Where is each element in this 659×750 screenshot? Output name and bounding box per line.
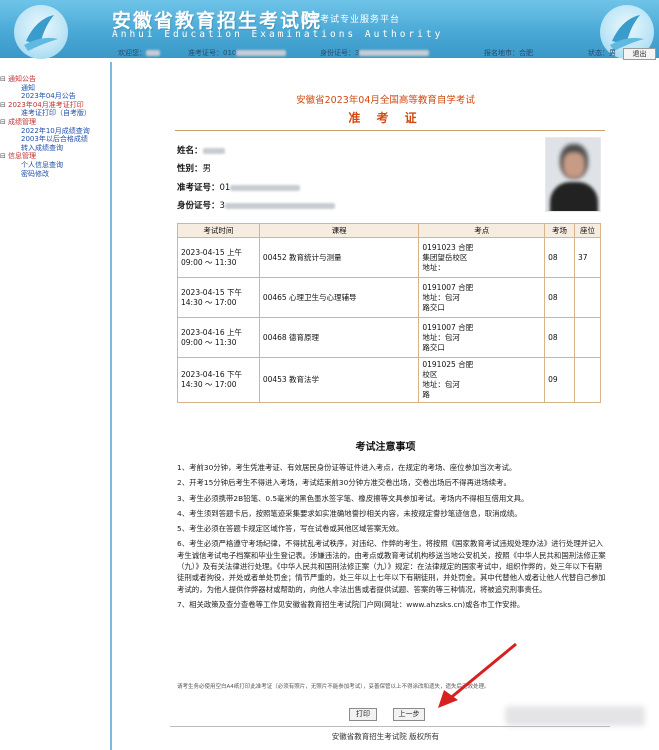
id-number-text: 身份证号：3 xyxy=(320,48,430,58)
name-row: 姓名： xyxy=(177,144,225,156)
sidebar-item-personal-info[interactable]: 个人信息查询 xyxy=(0,161,108,170)
cell-time: 2023-04-15 下午 14:30 ～ 17:00 xyxy=(177,277,260,318)
cell-site: 0191007 合肥 地址：包河 路交口 xyxy=(418,277,546,318)
site-subtitle: 自学考试专业服务平台 xyxy=(300,15,401,25)
table-row: 2023-04-15 下午 14:30 ～ 17:00 00465 心理卫生与心… xyxy=(177,277,601,318)
ticket-number-value: 01 xyxy=(219,183,231,193)
note-item: 2、开考15分钟后考生不得进入考场，考试结束前30分钟方准交卷出场，交卷出场后不… xyxy=(177,478,511,488)
cell-site: 0191023 合肥 集团望岳校区 地址： xyxy=(418,237,546,278)
table-row: 2023-04-16 下午 14:30 ～ 17:00 00453 教育法学 0… xyxy=(177,357,601,403)
col-header-site: 考点 xyxy=(418,223,546,238)
id-number-row: 身份证号：3 xyxy=(177,199,335,211)
note-item: 6、考生必须严格遵守考场纪律，不得扰乱考试秩序，对违纪、作弊的考生，将按照《国家… xyxy=(177,539,606,594)
copyright-text: 安徽省教育招生考试院 版权所有 xyxy=(331,732,440,741)
cell-time: 2023-04-16 下午 14:30 ～ 17:00 xyxy=(177,357,260,403)
table-header-row: 考试时间 课程 考点 考场 座位 xyxy=(177,223,601,238)
ticket-title: 准 考 证 xyxy=(348,111,423,125)
note-item: 3、考生必须携带2B铅笔、0.5毫米的黑色墨水签字笔、橡皮擦等文具参加考试。考场… xyxy=(177,493,529,503)
note-item: 1、考前30分钟，考生凭准考证、有效居民身份证等证件进入考点，在规定的考场、座位… xyxy=(177,463,517,472)
cell-time: 2023-04-15 上午 09:00 ～ 11:30 xyxy=(177,237,260,278)
ticket-number-label: 准考证号： xyxy=(177,183,220,193)
cell-course: 00453 教育法学 xyxy=(258,357,420,403)
cell-room: 08 xyxy=(544,277,576,318)
cell-seat xyxy=(574,357,601,403)
cell-room: 08 xyxy=(544,317,576,358)
red-arrow-annotation-icon xyxy=(438,642,517,708)
cell-site: 0191007 合肥 地址：包河 路交口 xyxy=(418,317,546,358)
table-row: 2023-04-16 上午 09:00 ～ 11:30 00468 德育原理 0… xyxy=(177,317,601,358)
candidate-photo xyxy=(545,137,601,212)
sidebar-item-notice-2023-04[interactable]: 2023年04月公告 xyxy=(0,92,108,101)
name-label: 姓名： xyxy=(177,146,203,156)
title-divider xyxy=(175,130,605,131)
table-row: 2023-04-15 上午 09:00 ～ 11:30 00452 教育统计与测… xyxy=(177,237,601,278)
ticket-number-row: 准考证号：01 xyxy=(177,181,301,193)
col-header-room: 考场 xyxy=(544,223,576,238)
city-text: 报名地市：合肥 xyxy=(484,49,533,57)
exam-heading: 安徽省2023年04月全国高等教育自学考试 xyxy=(296,95,475,106)
gender-row: 性别：男 xyxy=(177,162,211,174)
print-button[interactable]: 打印 xyxy=(349,708,377,721)
col-header-time: 考试时间 xyxy=(177,223,260,238)
cell-room: 09 xyxy=(544,357,576,403)
cell-seat xyxy=(574,317,601,358)
exam-schedule-table: 考试时间 课程 考点 考场 座位 2023-04-15 上午 09:00 ～ 1… xyxy=(177,223,601,403)
cell-room: 08 xyxy=(544,237,576,278)
cell-seat xyxy=(574,277,601,318)
print-footnote: 请考生务必使用空白A4纸打印此准考证（必须有照片，无照片不能参加考试），妥善保管… xyxy=(177,684,490,690)
col-header-seat: 座位 xyxy=(574,223,601,238)
welcome-text: 欢迎您： xyxy=(118,48,160,58)
sidebar-item-notice[interactable]: 通知 xyxy=(0,84,108,93)
watermark xyxy=(505,706,645,726)
footer-divider xyxy=(170,726,610,727)
sidebar-group-scores[interactable]: 成绩管理 xyxy=(0,118,108,127)
cell-seat: 37 xyxy=(574,237,601,278)
id-number-label: 身份证号： xyxy=(177,201,220,211)
cell-course: 00465 心理卫生与心理辅导 xyxy=(258,277,420,318)
ticket-number-text: 准考证号：010 xyxy=(188,48,287,58)
logout-button[interactable]: 退出 xyxy=(623,48,656,60)
gender-value: 男 xyxy=(202,164,212,174)
sidebar-group-ticket-print[interactable]: 2023年04月准考证打印 xyxy=(0,101,108,110)
exam-notes: 1、考前30分钟，考生凭准考证、有效居民身份证等证件进入考点，在规定的考场、座位… xyxy=(177,462,609,614)
status-text: 状态：男 xyxy=(588,49,616,57)
sidebar-item-passed-scores[interactable]: 2003年以后合格成绩 xyxy=(0,135,108,144)
sidebar-group-info[interactable]: 信息管理 xyxy=(0,152,108,161)
sidebar-item-password[interactable]: 密码修改 xyxy=(0,170,108,179)
sidebar: 通知公告 通知 2023年04月公告 2023年04月准考证打印 准考证打印（自… xyxy=(0,75,108,178)
cell-course: 00452 教育统计与测量 xyxy=(258,237,420,278)
col-header-course: 课程 xyxy=(258,223,420,238)
site-english-name: Anhui Education Examinations Authority xyxy=(112,29,444,40)
logo-left xyxy=(14,5,68,59)
note-item: 5、考生必须在答题卡规定区域作答，写在试卷或其他区域答案无效。 xyxy=(177,524,404,534)
cell-course: 00468 德育原理 xyxy=(258,317,420,358)
gender-label: 性别： xyxy=(177,164,203,174)
user-info-bar: 欢迎您： 准考证号：010 身份证号：3 报名地市：合肥 状态：男 xyxy=(110,46,659,60)
back-button[interactable]: 上一步 xyxy=(393,708,425,721)
note-item: 7、相关政策及查分查卷等工作见安徽省教育招生考试院门户网(网址：www.ahzs… xyxy=(177,599,525,609)
logo-emblem-icon xyxy=(24,15,58,51)
note-item: 4、考生须到答题卡后，按照笔迹采集要求如实准确地誊抄相关内容，未按规定誊抄笔迹信… xyxy=(177,508,522,518)
cell-site: 0191025 合肥 校区 地址：包河 路 xyxy=(418,357,546,403)
sidebar-item-score-query[interactable]: 2022年10月成绩查询 xyxy=(0,127,108,136)
cell-time: 2023-04-16 上午 09:00 ～ 11:30 xyxy=(177,317,260,358)
notes-title: 考试注意事项 xyxy=(355,442,416,453)
sidebar-group-notices[interactable]: 通知公告 xyxy=(0,75,108,84)
sidebar-item-ticket-print[interactable]: 准考证打印（自考版） xyxy=(0,109,108,118)
